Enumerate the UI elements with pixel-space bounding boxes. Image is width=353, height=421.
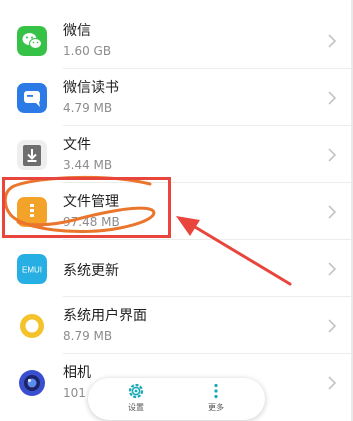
chevron-right-icon — [325, 32, 339, 50]
svg-text:EMUI: EMUI — [22, 266, 42, 275]
app-row-file-manager[interactable]: 文件管理 97.48 MB — [0, 183, 353, 240]
gear-icon — [127, 382, 145, 400]
chevron-right-icon — [325, 203, 339, 221]
settings-button[interactable]: 设置 — [106, 382, 166, 413]
app-size: 3.44 MB — [63, 158, 113, 172]
app-name: 文件 — [63, 137, 91, 153]
app-row-wechat[interactable]: 微信 1.60 GB — [0, 12, 353, 69]
app-size: 8.79 MB — [63, 329, 113, 343]
camera-icon — [17, 368, 47, 398]
app-name: 系统更新 — [63, 263, 119, 279]
app-name: 相机 — [63, 365, 91, 381]
file-manager-icon — [17, 197, 47, 227]
app-size: 1.60 GB — [63, 44, 112, 58]
weread-icon — [17, 83, 47, 113]
chevron-right-icon — [325, 374, 339, 392]
chevron-right-icon — [325, 317, 339, 335]
chevron-right-icon — [325, 89, 339, 107]
app-size: 101 — [63, 386, 86, 400]
more-label: 更多 — [208, 403, 224, 412]
more-button[interactable]: 更多 — [186, 382, 246, 413]
app-size: 4.79 MB — [63, 101, 113, 115]
more-vertical-icon — [207, 382, 225, 400]
emui-update-icon: EMUI — [17, 254, 47, 284]
app-row-system-ui[interactable]: 系统用户界面 8.79 MB — [0, 297, 353, 354]
bottom-action-bar: 设置 更多 — [88, 378, 265, 420]
wechat-icon — [17, 26, 47, 56]
app-row-weread[interactable]: 微信读书 4.79 MB — [0, 69, 353, 126]
app-name: 微信 — [63, 23, 91, 39]
chevron-right-icon — [325, 146, 339, 164]
system-ui-icon — [17, 311, 47, 341]
app-name: 文件管理 — [63, 194, 119, 210]
app-row-system-update[interactable]: EMUI 系统更新 — [0, 240, 353, 297]
app-size: 97.48 MB — [63, 215, 120, 229]
app-row-files[interactable]: 文件 3.44 MB — [0, 126, 353, 183]
settings-label: 设置 — [128, 403, 144, 412]
app-name: 系统用户界面 — [63, 308, 147, 324]
app-name: 微信读书 — [63, 80, 119, 96]
files-download-icon — [17, 140, 47, 170]
chevron-right-icon — [325, 260, 339, 278]
